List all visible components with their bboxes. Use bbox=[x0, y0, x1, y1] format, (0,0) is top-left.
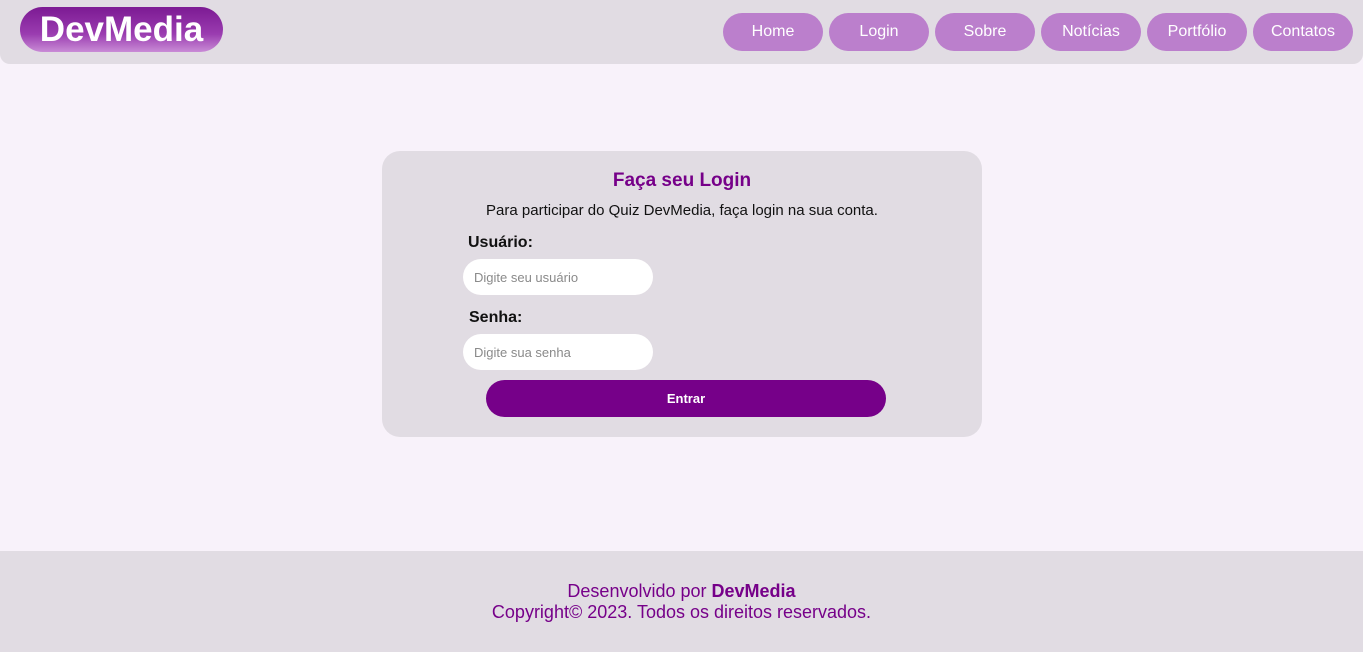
nav-home-button[interactable]: Home bbox=[723, 13, 823, 51]
footer-credit-prefix: Desenvolvido por bbox=[567, 581, 707, 601]
nav-noticias-button[interactable]: Notícias bbox=[1041, 13, 1141, 51]
header-bar: DevMedia Home Login Sobre Notícias Portf… bbox=[0, 0, 1363, 64]
footer-brand: DevMedia bbox=[711, 581, 796, 601]
submit-button[interactable]: Entrar bbox=[486, 380, 886, 417]
main-nav: Home Login Sobre Notícias Portfólio Cont… bbox=[723, 13, 1353, 51]
password-input[interactable] bbox=[463, 334, 653, 370]
nav-contatos-button[interactable]: Contatos bbox=[1253, 13, 1353, 51]
password-label: Senha: bbox=[469, 309, 523, 326]
user-label: Usuário: bbox=[468, 234, 533, 251]
footer-copyright: Copyright© 2023. Todos os direitos reser… bbox=[491, 602, 872, 622]
nav-portfolio-button[interactable]: Portfólio bbox=[1147, 13, 1247, 51]
login-card: Faça seu Login Para participar do Quiz D… bbox=[382, 151, 982, 437]
footer-credit: Desenvolvido por DevMedia bbox=[0, 581, 1363, 602]
login-title: Faça seu Login bbox=[612, 170, 752, 191]
nav-sobre-button[interactable]: Sobre bbox=[935, 13, 1035, 51]
logo[interactable]: DevMedia bbox=[20, 7, 223, 52]
user-input[interactable] bbox=[463, 259, 653, 295]
login-subtitle: Para participar do Quiz DevMedia, faça l… bbox=[486, 202, 878, 219]
footer: Desenvolvido por DevMedia Copyright© 202… bbox=[0, 551, 1363, 652]
nav-login-button[interactable]: Login bbox=[829, 13, 929, 51]
